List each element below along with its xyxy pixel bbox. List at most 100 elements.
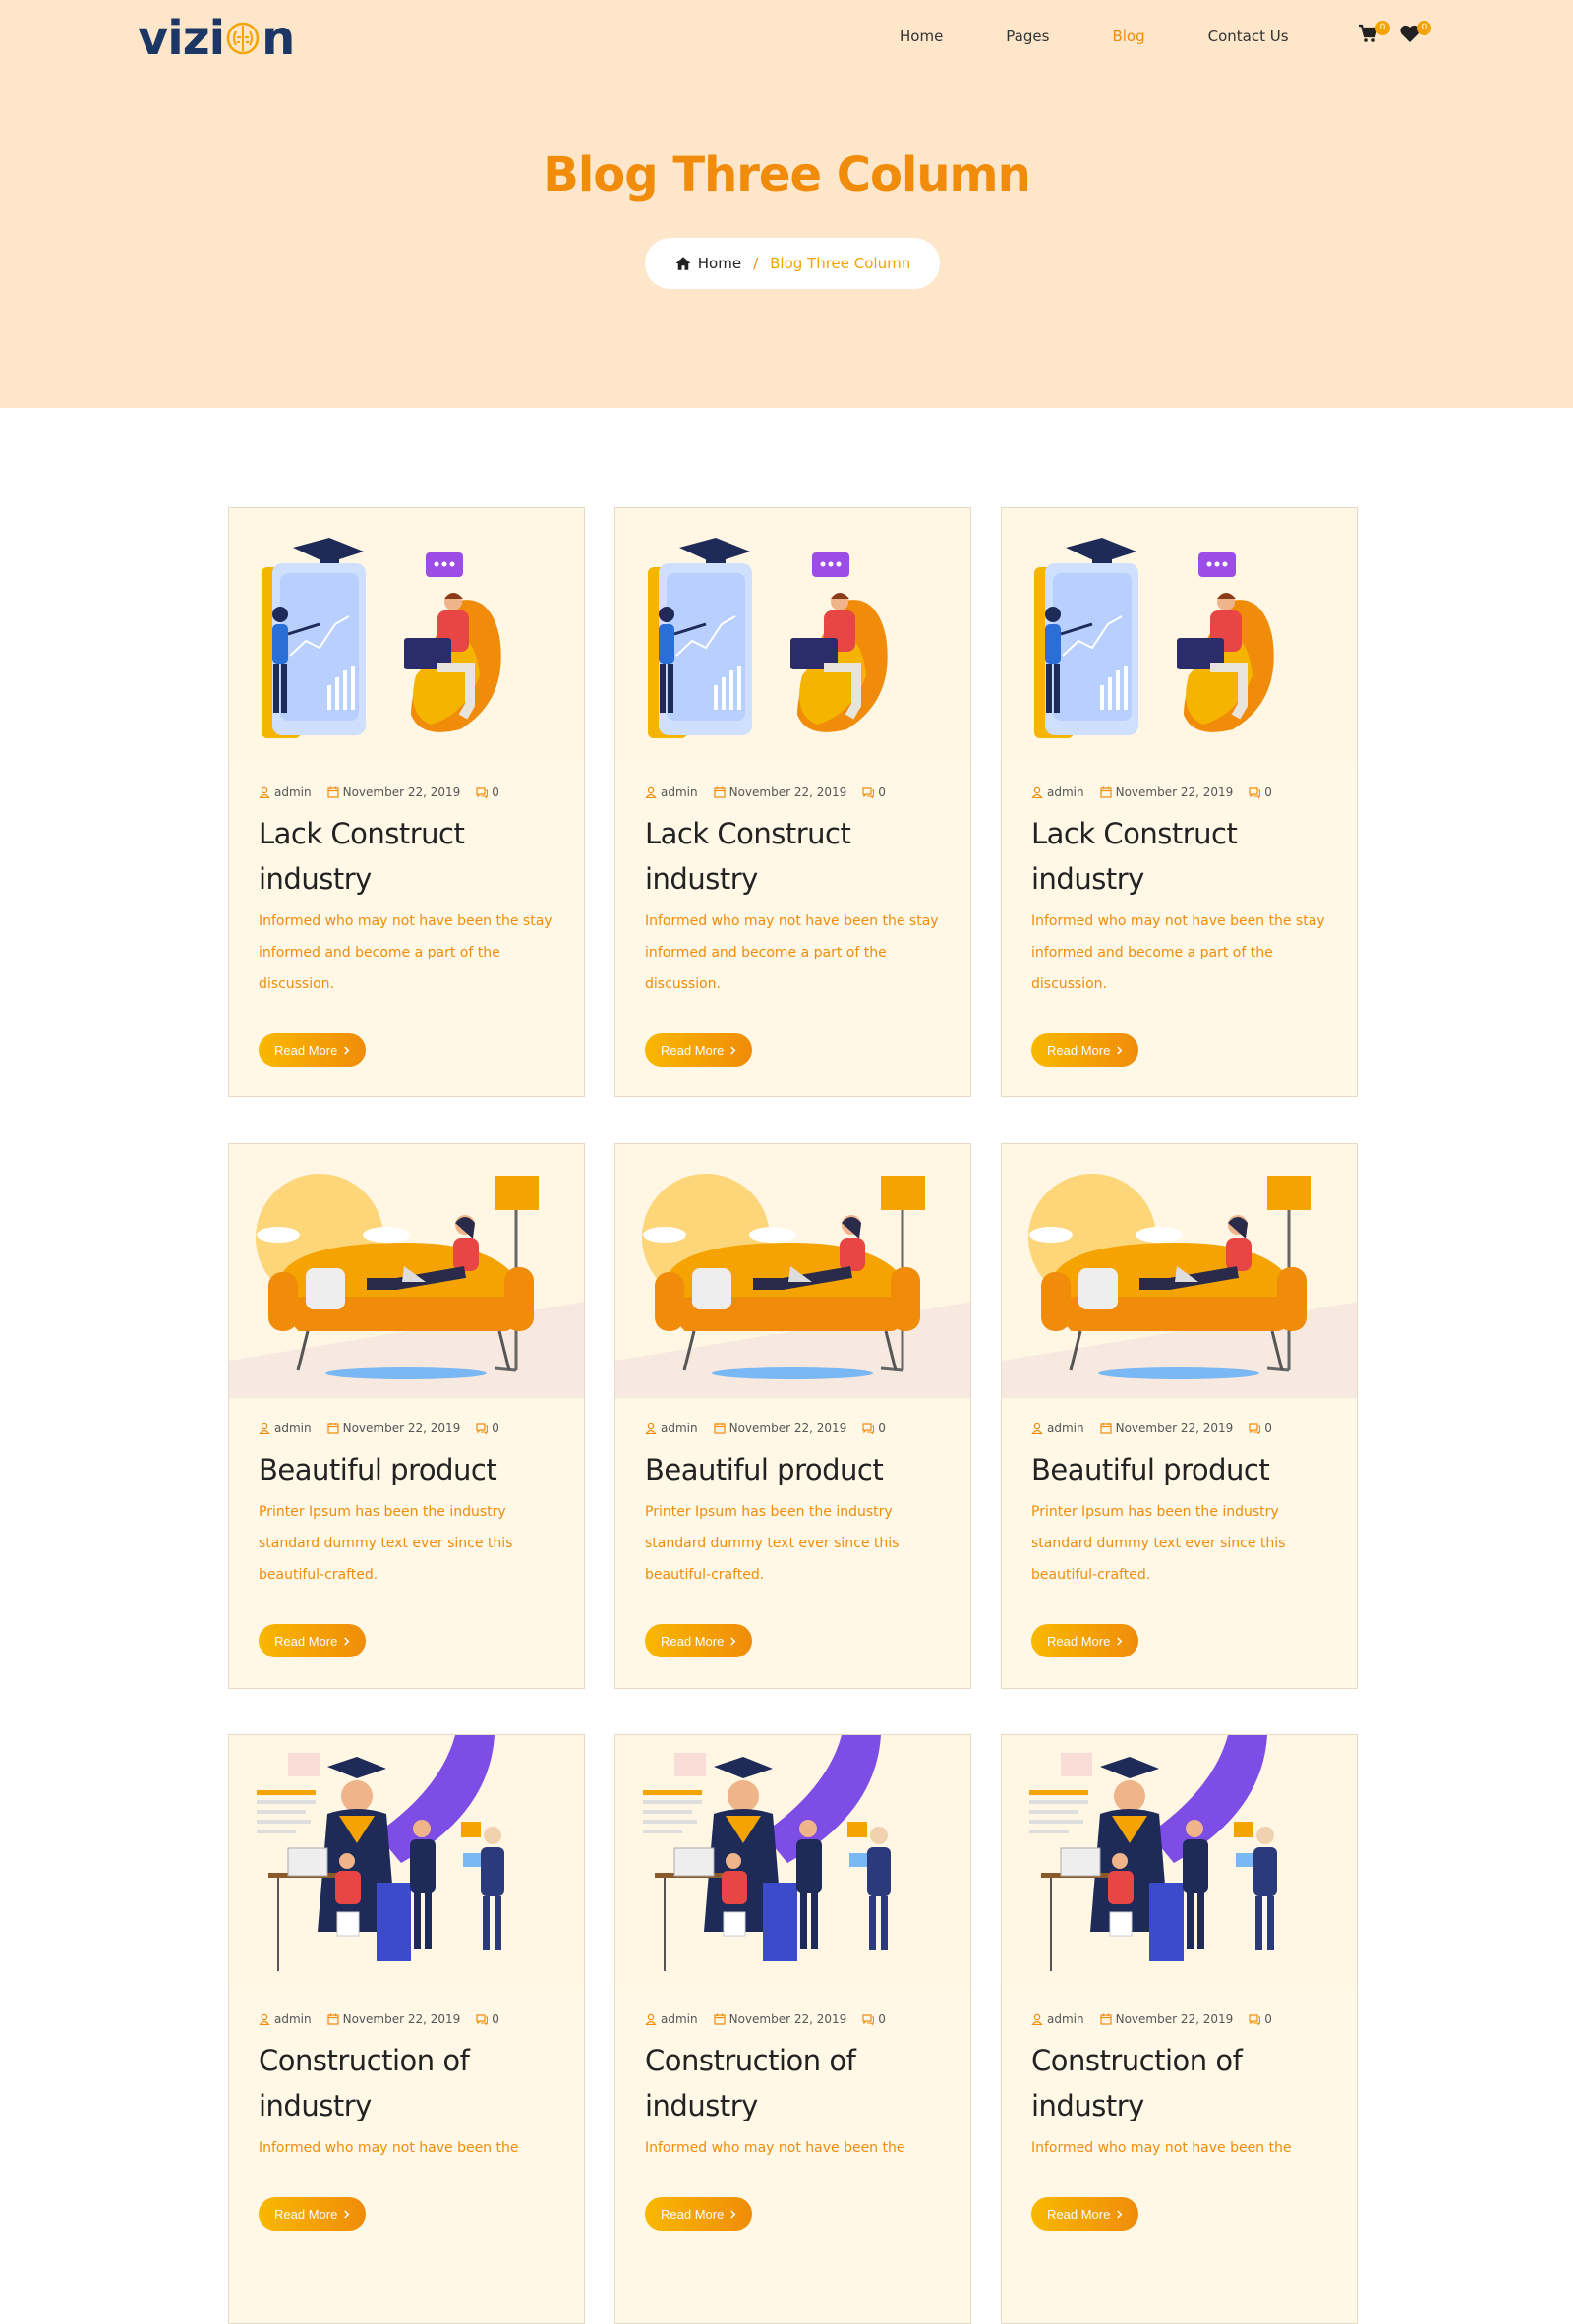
nav-blog[interactable]: Blog	[1112, 28, 1144, 45]
learning-illustration	[1002, 508, 1357, 762]
blog-card-image[interactable]	[1002, 508, 1357, 762]
post-excerpt: Informed who may not have been the	[1031, 2140, 1292, 2156]
post-date-label: November 22, 2019	[342, 785, 461, 799]
blog-card-image[interactable]	[229, 1735, 584, 1989]
comment-icon	[1249, 2014, 1261, 2025]
post-date: November 22, 2019	[327, 1422, 460, 1435]
post-author-label: admin	[661, 2012, 698, 2026]
post-author[interactable]: admin	[645, 785, 698, 799]
nav-home[interactable]: Home	[900, 28, 943, 45]
chevron-right-icon	[1117, 1636, 1123, 1646]
post-author-label: admin	[274, 785, 312, 799]
post-excerpt: Printer Ipsum has been the industry stan…	[645, 1504, 900, 1583]
blog-card-body: admin November 22, 2019 0 Construction o…	[615, 2012, 970, 2231]
read-more-label: Read More	[274, 1633, 338, 1649]
blog-card-image[interactable]	[615, 1144, 970, 1398]
read-more-label: Read More	[1047, 1633, 1111, 1649]
calendar-icon	[714, 1423, 726, 1434]
logo[interactable]: vizi n	[138, 11, 295, 66]
breadcrumb-separator: /	[753, 255, 759, 272]
wishlist-button[interactable]: 0	[1398, 21, 1431, 45]
post-date-label: November 22, 2019	[728, 2012, 847, 2026]
nav-contact[interactable]: Contact Us	[1208, 28, 1289, 45]
calendar-icon	[1100, 2013, 1112, 2025]
read-more-button[interactable]: Read More	[259, 1624, 367, 1657]
brain-icon	[226, 22, 260, 55]
post-author[interactable]: admin	[259, 1422, 312, 1435]
post-author-label: admin	[661, 785, 698, 799]
user-icon	[1031, 786, 1043, 798]
post-author[interactable]: admin	[645, 1422, 698, 1435]
comment-icon	[476, 2014, 489, 2025]
breadcrumb-home[interactable]: Home	[674, 255, 741, 272]
post-comments[interactable]: 0	[862, 2012, 886, 2026]
post-author-label: admin	[1047, 785, 1084, 799]
post-title[interactable]: Construction of industry	[1031, 2038, 1327, 2128]
user-icon	[259, 786, 270, 798]
comment-icon	[862, 1423, 875, 1434]
read-more-button[interactable]: Read More	[645, 1624, 753, 1657]
post-comments[interactable]: 0	[476, 1422, 499, 1435]
calendar-icon	[327, 1423, 339, 1434]
blog-card-image[interactable]	[615, 1735, 970, 1989]
blog-card-image[interactable]	[229, 1144, 584, 1398]
comment-icon	[476, 1423, 489, 1434]
blog-card-image[interactable]	[615, 508, 970, 762]
post-comments[interactable]: 0	[476, 785, 499, 799]
post-comments[interactable]: 0	[1249, 2012, 1272, 2026]
read-more-button[interactable]: Read More	[1031, 2197, 1139, 2231]
post-title[interactable]: Lack Construct industry	[259, 811, 554, 901]
post-author[interactable]: admin	[1031, 785, 1084, 799]
post-author[interactable]: admin	[259, 785, 312, 799]
read-more-label: Read More	[661, 2206, 725, 2222]
read-more-button[interactable]: Read More	[259, 1033, 367, 1067]
post-title[interactable]: Beautiful product	[645, 1447, 941, 1492]
breadcrumb-current: Blog Three Column	[770, 255, 911, 272]
read-more-button[interactable]: Read More	[1031, 1624, 1139, 1657]
user-icon	[645, 2013, 657, 2025]
post-comments[interactable]: 0	[1249, 785, 1272, 799]
read-more-button[interactable]: Read More	[259, 2197, 367, 2231]
calendar-icon	[714, 786, 726, 798]
post-date: November 22, 2019	[1100, 1422, 1233, 1435]
calendar-icon	[1100, 786, 1112, 798]
post-author[interactable]: admin	[259, 2012, 312, 2026]
read-more-button[interactable]: Read More	[645, 1033, 753, 1067]
blog-card-image[interactable]	[229, 508, 584, 762]
cart-button[interactable]: 0	[1357, 21, 1390, 45]
post-meta: admin November 22, 2019 0	[1031, 785, 1327, 799]
read-more-button[interactable]: Read More	[645, 2197, 753, 2231]
nav-pages[interactable]: Pages	[1006, 28, 1049, 45]
user-icon	[259, 2013, 270, 2025]
post-comments[interactable]: 0	[862, 1422, 886, 1435]
post-meta: admin November 22, 2019 0	[259, 785, 554, 799]
post-comments[interactable]: 0	[862, 785, 886, 799]
post-meta: admin November 22, 2019 0	[1031, 2012, 1327, 2026]
user-icon	[1031, 2013, 1043, 2025]
post-title[interactable]: Lack Construct industry	[645, 811, 941, 901]
post-date: November 22, 2019	[327, 2012, 460, 2026]
read-more-button[interactable]: Read More	[1031, 1033, 1139, 1067]
blog-card-image[interactable]	[1002, 1735, 1357, 1989]
calendar-icon	[327, 786, 339, 798]
post-meta: admin November 22, 2019 0	[645, 2012, 941, 2026]
read-more-label: Read More	[274, 1042, 338, 1058]
post-title[interactable]: Lack Construct industry	[1031, 811, 1327, 901]
post-title[interactable]: Beautiful product	[259, 1447, 554, 1492]
calendar-icon	[1100, 1423, 1112, 1434]
post-author[interactable]: admin	[1031, 1422, 1084, 1435]
blog-card-body: admin November 22, 2019 0 Beautiful prod…	[615, 1422, 970, 1657]
post-excerpt: Printer Ipsum has been the industry stan…	[259, 1504, 513, 1583]
blog-card: admin November 22, 2019 0 Beautiful prod…	[228, 1143, 585, 1689]
post-author[interactable]: admin	[1031, 2012, 1084, 2026]
post-comments-count: 0	[878, 2012, 886, 2026]
post-author[interactable]: admin	[645, 2012, 698, 2026]
post-comments[interactable]: 0	[1249, 1422, 1272, 1435]
blog-card-image[interactable]	[1002, 1144, 1357, 1398]
post-title[interactable]: Construction of industry	[645, 2038, 941, 2128]
user-icon	[645, 786, 657, 798]
post-title[interactable]: Construction of industry	[259, 2038, 554, 2128]
nav-actions: 0 0	[1357, 21, 1431, 45]
post-comments[interactable]: 0	[476, 2012, 499, 2026]
post-title[interactable]: Beautiful product	[1031, 1447, 1327, 1492]
